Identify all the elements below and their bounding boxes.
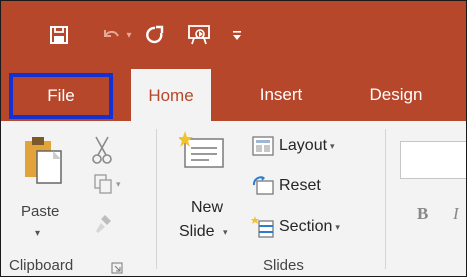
new-slide-label-1: New <box>191 199 224 216</box>
reset-button[interactable]: Reset <box>251 175 321 197</box>
section-dropdown-icon: ▾ <box>335 221 340 232</box>
reset-icon <box>252 176 274 195</box>
tab-insert-label: Insert <box>259 85 303 104</box>
group-separator <box>385 129 386 269</box>
new-slide-label-2: Slide <box>179 223 215 240</box>
layout-icon <box>252 136 274 156</box>
quick-access-toolbar: ▾ <box>1 1 466 69</box>
copy-dropdown-icon: ▾ <box>116 178 121 189</box>
tab-home-label: Home <box>148 85 194 105</box>
customize-qat-icon[interactable] <box>231 23 243 47</box>
paste-label: Paste <box>21 203 60 220</box>
copy-icon[interactable]: ▾ <box>93 173 121 195</box>
cut-icon[interactable] <box>91 135 113 170</box>
tab-design-label: Design <box>369 85 423 104</box>
slides-group-label: Slides <box>263 257 304 274</box>
ribbon-home: Paste ▾ ▾ Clipboard New Slide ▾ Layout ▾… <box>1 121 466 276</box>
paste-button[interactable]: Paste ▾ <box>15 131 75 246</box>
paste-dropdown-icon: ▾ <box>35 228 41 239</box>
paste-icon <box>25 137 62 184</box>
tab-file[interactable]: File <box>9 69 113 121</box>
format-painter-icon[interactable] <box>93 213 115 240</box>
new-slide-icon <box>179 131 224 168</box>
section-icon <box>251 216 274 238</box>
save-icon[interactable] <box>49 23 69 47</box>
dropdown-arrow-icon[interactable]: ▾ <box>123 23 135 47</box>
clipboard-group-label: Clipboard <box>9 257 74 274</box>
undo-icon[interactable] <box>101 23 121 47</box>
section-label: Section <box>279 218 333 235</box>
tab-file-label: File <box>47 86 75 105</box>
italic-button[interactable]: I <box>453 204 459 224</box>
reset-label: Reset <box>279 177 321 194</box>
section-button[interactable]: Section ▾ <box>251 215 340 239</box>
redo-icon[interactable] <box>145 23 165 47</box>
ribbon-tabs: File Home Insert Design <box>1 69 466 122</box>
layout-label: Layout <box>279 137 328 154</box>
new-slide-button[interactable]: New Slide ▾ <box>171 127 239 257</box>
powerpoint-window: ▾ File Home Insert Design Paste ▾ ▾ Clip… <box>0 0 467 277</box>
font-name-box[interactable] <box>400 141 466 179</box>
layout-button[interactable]: Layout ▾ <box>251 135 335 157</box>
bold-button[interactable]: B <box>417 204 428 224</box>
layout-dropdown-icon: ▾ <box>330 140 335 151</box>
start-from-beginning-icon[interactable] <box>187 23 211 47</box>
tab-insert[interactable]: Insert <box>241 69 321 121</box>
tab-design[interactable]: Design <box>351 69 441 121</box>
tab-home[interactable]: Home <box>131 69 211 122</box>
group-separator <box>156 129 157 269</box>
new-slide-dropdown-icon: ▾ <box>223 227 228 237</box>
clipboard-launcher-icon[interactable] <box>111 261 123 276</box>
